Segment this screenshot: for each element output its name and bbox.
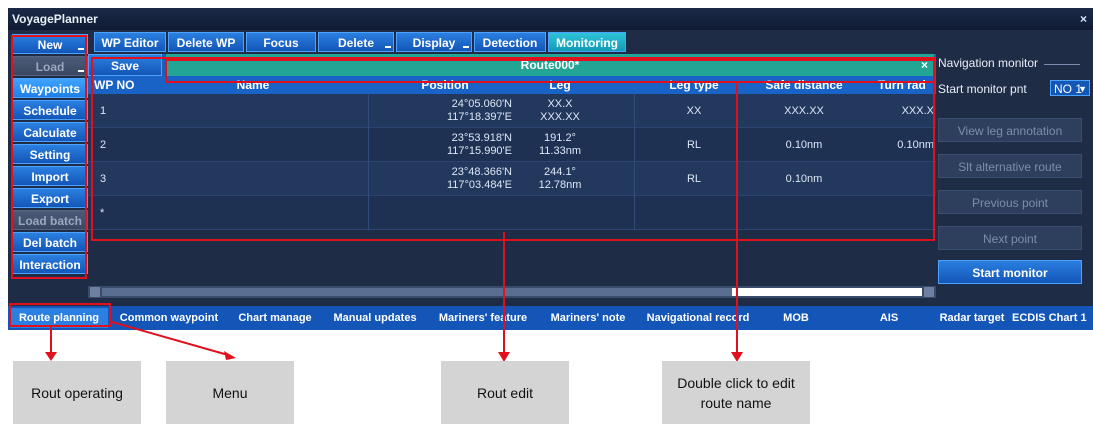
menu-radar-target[interactable]: Radar target [932, 308, 1012, 328]
menu-mob[interactable]: MOB [768, 308, 824, 328]
callout-edit-route-name: Double click to edit route name [662, 361, 810, 424]
menu-chart-manage[interactable]: Chart manage [230, 308, 320, 328]
callout-route-operating: Rout operating [13, 361, 141, 424]
menu-manual-updates[interactable]: Manual updates [322, 308, 428, 328]
tab-focus[interactable]: Focus [246, 32, 316, 52]
scroll-right-icon[interactable] [924, 287, 934, 297]
table-empty-area [88, 246, 936, 286]
menu-arrow-head [224, 351, 236, 360]
next-point-button[interactable]: Next point [938, 226, 1082, 250]
menu-ecdis-chart[interactable]: ECDIS Chart 1 [1012, 308, 1093, 328]
route-planning-highlight [9, 303, 111, 327]
menu-ais[interactable]: AIS [864, 308, 914, 328]
menu-common-waypoint[interactable]: Common waypoint [110, 308, 228, 328]
scroll-left-icon[interactable] [90, 287, 100, 297]
tab-detection[interactable]: Detection [474, 32, 546, 52]
menu-mariners-feature[interactable]: Mariners' feature [428, 308, 538, 328]
bottom-menu-bar: Route planning Common waypoint Chart man… [8, 306, 1093, 330]
menu-mariners-note[interactable]: Mariners' note [538, 308, 638, 328]
chevron-down-icon: ▼ [1078, 84, 1087, 94]
route-name-highlight [165, 59, 935, 83]
dropdown-icon [385, 46, 391, 48]
start-monitor-pnt-label: Start monitor pnt [938, 82, 1027, 96]
horizontal-scrollbar[interactable] [88, 286, 936, 298]
view-leg-annotation-button[interactable]: View leg annotation [938, 118, 1082, 142]
route-operating-highlight [11, 35, 87, 279]
tab-wp-editor[interactable]: WP Editor [94, 32, 166, 52]
tab-delete[interactable]: Delete [318, 32, 394, 52]
start-monitor-pnt-select[interactable]: NO 1 ▼ [1050, 80, 1090, 96]
dropdown-icon [463, 46, 469, 48]
tab-display[interactable]: Display [396, 32, 472, 52]
window-title: VoyagePlanner [12, 12, 98, 26]
start-monitor-button[interactable]: Start monitor [938, 260, 1082, 284]
callout-menu: Menu [166, 361, 294, 424]
callout-route-edit: Rout edit [441, 361, 569, 424]
title-bar: VoyagePlanner × [8, 8, 1093, 30]
window-close-icon[interactable]: × [1080, 8, 1087, 30]
navigation-monitor-panel: Navigation monitor Start monitor pnt NO … [936, 54, 1090, 286]
alternative-route-button[interactable]: Slt alternative route [938, 154, 1082, 178]
navigation-monitor-title: Navigation monitor [938, 56, 1039, 70]
scroll-thumb[interactable] [102, 288, 732, 296]
arrow-head [45, 352, 57, 361]
menu-navigational-record[interactable]: Navigational record [638, 308, 758, 328]
tab-delete-wp[interactable]: Delete WP [168, 32, 244, 52]
bottom-menu-wrap: Route planning Common waypoint Chart man… [8, 306, 1093, 330]
tab-monitoring[interactable]: Monitoring [548, 32, 626, 52]
route-edit-highlight [91, 57, 935, 241]
scroll-track[interactable] [732, 288, 922, 296]
editor-tabs: WP Editor Delete WP Focus Delete Display… [94, 30, 654, 52]
divider [1044, 64, 1080, 65]
previous-point-button[interactable]: Previous point [938, 190, 1082, 214]
